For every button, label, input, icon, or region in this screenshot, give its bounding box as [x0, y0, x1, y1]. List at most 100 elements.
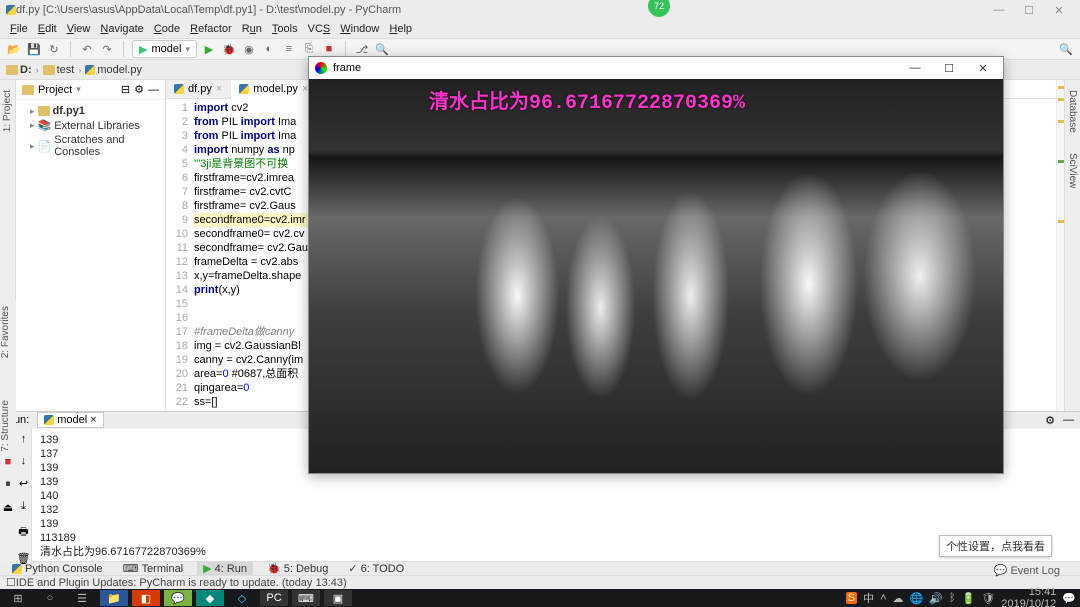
nav-file[interactable]: model.py	[85, 64, 142, 76]
toolwindow-debug-tab[interactable]: 🐞5: Debug	[261, 562, 334, 575]
app-icon[interactable]: ◧	[132, 590, 160, 606]
app-icon[interactable]: ◇	[228, 590, 256, 606]
error-stripe[interactable]	[1056, 80, 1064, 411]
cortana-icon[interactable]: ○	[36, 590, 64, 606]
run-toolbar-secondary: ↑ ↓ ↩ ⤓ 🖶 🗑	[16, 429, 32, 565]
toolwindow-structure-tab[interactable]: 7: Structure	[0, 394, 11, 458]
gear-icon[interactable]: ⚙	[134, 83, 144, 96]
toolwindow-python-console-tab[interactable]: Python Console	[6, 563, 109, 575]
frame-maximize-button[interactable]: ☐	[935, 62, 963, 75]
tray-chevron-icon[interactable]: ˄	[880, 592, 886, 604]
window-minimize-button[interactable]: —	[984, 4, 1014, 16]
scroll-icon[interactable]: ⤓	[21, 500, 26, 513]
balloon-hint[interactable]: 个性设置，点我看看	[939, 535, 1052, 557]
terminal-icon[interactable]: ⌨	[292, 590, 320, 606]
opencv-frame-window[interactable]: frame — ☐ ✕ 清水占比为96.67167722870369%	[308, 56, 1004, 474]
volume-icon[interactable]: 🔊	[929, 592, 943, 605]
search-everywhere-icon[interactable]: 🔍	[1058, 41, 1074, 57]
taskview-icon[interactable]: ☰	[68, 590, 96, 606]
breadcrumb-separator-icon: ›	[78, 65, 81, 75]
open-icon[interactable]: 📂	[6, 41, 22, 57]
nav-root[interactable]: D:	[6, 64, 32, 76]
code-text[interactable]: import cv2from PIL import Imafrom PIL im…	[194, 99, 308, 411]
menu-view[interactable]: View	[63, 23, 95, 35]
menu-vcs[interactable]: VCS	[304, 23, 335, 35]
toolwindow-project-tab[interactable]: 1: Project	[2, 84, 13, 138]
close-tab-icon[interactable]: ×	[216, 83, 222, 95]
menu-tools[interactable]: Tools	[268, 23, 302, 35]
redo-icon[interactable]: ↷	[99, 41, 115, 57]
undo-icon[interactable]: ↶	[79, 41, 95, 57]
toolwindow-sciview-tab[interactable]: SciView	[1067, 147, 1078, 194]
toolwindow-database-tab[interactable]: Database	[1067, 84, 1078, 139]
frame-minimize-button[interactable]: —	[901, 62, 929, 74]
explorer-icon[interactable]: 📁	[100, 590, 128, 606]
toolwindow-run-tab[interactable]: ▶4: Run	[197, 562, 253, 575]
print-icon[interactable]: 🖶	[18, 523, 28, 542]
bluetooth-icon[interactable]: ᛒ	[949, 592, 956, 604]
ime-icon[interactable]: S	[846, 592, 857, 604]
attach-icon[interactable]: ⎘	[301, 41, 317, 57]
window-close-button[interactable]: ✕	[1044, 4, 1074, 17]
project-header: Project ▾ ⊟ ⚙ —	[16, 80, 165, 100]
menu-edit[interactable]: Edit	[34, 23, 61, 35]
status-icon[interactable]: ☐	[6, 576, 16, 589]
run-config-combo[interactable]: ▶ model ▾	[132, 40, 197, 58]
start-button[interactable]: ⊞	[4, 590, 32, 606]
softwrap-icon[interactable]: ↩	[19, 477, 28, 490]
coverage-icon[interactable]: ◉	[241, 41, 257, 57]
frame-titlebar[interactable]: frame — ☐ ✕	[309, 57, 1003, 79]
frame-close-button[interactable]: ✕	[969, 62, 997, 75]
run-tab[interactable]: model×	[37, 412, 103, 428]
refresh-icon[interactable]: ↻	[46, 41, 62, 57]
search-icon[interactable]: 🔍	[374, 41, 390, 57]
debug-icon[interactable]: 🐞	[221, 41, 237, 57]
onedrive-icon[interactable]: ☁	[893, 592, 904, 605]
menu-help[interactable]: Help	[385, 23, 416, 35]
menu-navigate[interactable]: Navigate	[96, 23, 147, 35]
vcs-icon[interactable]: ⎇	[354, 41, 370, 57]
system-tray[interactable]: S 中 ˄ ☁ 🌐 🔊 ᛒ 🔋 🛡 15:412019/10/12 💬	[846, 586, 1076, 607]
shield-icon[interactable]: 🛡	[981, 592, 995, 605]
up-icon[interactable]: ↑	[21, 433, 27, 445]
toolwindow-terminal-tab[interactable]: ⌨Terminal	[117, 562, 189, 575]
save-icon[interactable]: 💾	[26, 41, 42, 57]
python-window-icon[interactable]: ▣	[324, 590, 352, 606]
event-log-button[interactable]: 💬Event Log	[994, 564, 1060, 577]
python-file-icon	[85, 65, 95, 75]
editor-tab[interactable]: df.py×	[166, 80, 231, 98]
hide-icon[interactable]: —	[1063, 414, 1074, 426]
wechat-icon[interactable]: 💬	[164, 590, 192, 606]
down-icon[interactable]: ↓	[21, 455, 27, 467]
app-icon[interactable]: ◆	[196, 590, 224, 606]
menu-run[interactable]: Run	[238, 23, 266, 35]
clock[interactable]: 15:412019/10/12	[1001, 586, 1056, 607]
pause-icon[interactable]: ⏸	[5, 478, 11, 491]
menu-refactor[interactable]: Refactor	[186, 23, 236, 35]
menu-file[interactable]: File	[6, 23, 32, 35]
exit-icon[interactable]: ⏏	[3, 501, 13, 514]
hide-icon[interactable]: —	[148, 84, 159, 96]
editor-tab[interactable]: model.py×	[231, 80, 317, 99]
network-icon[interactable]: 🌐	[910, 592, 924, 605]
concurrency-icon[interactable]: ≡	[281, 41, 297, 57]
window-maximize-button[interactable]: ☐	[1014, 4, 1044, 17]
battery-icon[interactable]: 🔋	[962, 592, 976, 605]
nav-folder[interactable]: test	[43, 64, 75, 76]
close-tab-icon[interactable]: ×	[90, 414, 96, 426]
toolwindow-favorites-tab[interactable]: 2: Favorites	[0, 300, 11, 364]
stop-icon[interactable]: ■	[321, 41, 337, 57]
menu-code[interactable]: Code	[150, 23, 184, 35]
collapse-icon[interactable]: ⊟	[121, 83, 130, 96]
run-icon: ▶	[203, 562, 211, 575]
run-icon[interactable]: ▶	[201, 41, 217, 57]
menu-window[interactable]: Window	[336, 23, 383, 35]
notifications-icon[interactable]: 💬	[1062, 592, 1076, 605]
gear-icon[interactable]: ⚙	[1045, 414, 1055, 427]
profile-icon[interactable]: ◐	[261, 41, 277, 57]
pycharm-icon[interactable]: PC	[260, 590, 288, 606]
ime-indicator[interactable]: 中	[863, 590, 874, 606]
chevron-down-icon[interactable]: ▾	[76, 84, 81, 95]
project-tree[interactable]: ▸df.py1 ▸📚External Libraries ▸📄Scratches…	[16, 100, 165, 163]
toolwindow-todo-tab[interactable]: ✓6: TODO	[342, 562, 410, 575]
